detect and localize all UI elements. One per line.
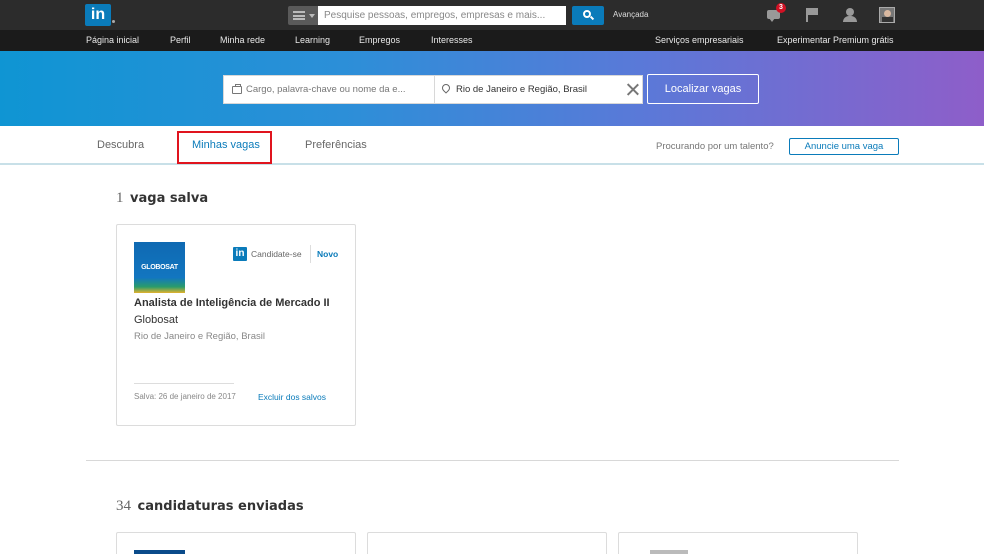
top-bar: in Avançada 3 [0,0,984,30]
saved-job-card[interactable]: GLOBOSAT in Candidate-se Novo Analista d… [116,224,356,426]
nav-interests[interactable]: Interesses [431,35,473,45]
job-search-hero: Localizar vagas [0,51,984,126]
search-button[interactable] [572,6,604,25]
nav-home[interactable]: Página inicial [86,35,139,45]
tab-preferences[interactable]: Preferências [305,139,367,151]
section-divider [86,460,899,461]
application-card[interactable] [367,532,607,554]
search-category-dropdown[interactable] [288,6,318,25]
applications-heading: 34 candidaturas enviadas [116,498,304,515]
job-title[interactable]: Analista de Inteligência de Mercado II [134,297,330,309]
application-card[interactable] [116,532,356,554]
card-separator [134,383,234,384]
clear-location-icon[interactable] [626,83,639,96]
application-card[interactable] [618,532,858,554]
saved-label: vaga salva [130,191,209,206]
job-company[interactable]: Globosat [134,314,178,326]
advanced-search-link[interactable]: Avançada [613,10,648,19]
company-logo [650,550,688,554]
applications-count: 34 [116,498,131,514]
logo-dot [112,20,115,23]
chevron-down-icon [309,14,315,18]
nav-premium[interactable]: Experimentar Premium grátis [777,35,894,45]
find-jobs-button[interactable]: Localizar vagas [647,74,759,104]
company-logo[interactable]: GLOBOSAT [134,242,185,293]
easy-apply-label: Candidate-se [251,249,302,259]
field-divider [434,76,435,103]
global-search-input[interactable] [318,6,566,25]
job-location: Rio de Janeiro e Região, Brasil [134,331,265,342]
location-pin-icon [440,82,452,94]
tab-discover[interactable]: Descubra [97,139,144,151]
nav-jobs[interactable]: Empregos [359,35,400,45]
linkedin-logo[interactable]: in [85,4,111,26]
messages-badge: 3 [776,3,786,13]
job-search-box [223,75,643,104]
briefcase-icon [232,84,242,94]
linkedin-apply-icon: in [233,247,247,261]
notifications-flag-icon[interactable] [804,7,820,23]
unsave-link[interactable]: Excluir dos salvos [258,392,326,402]
add-connections-icon[interactable] [842,7,858,23]
location-input[interactable] [456,76,622,103]
main-nav: Página inicial Perfil Minha rede Learnin… [0,30,984,51]
avatar[interactable] [879,7,895,23]
card-divider [310,245,311,263]
nav-profile[interactable]: Perfil [170,35,191,45]
saved-date: Salva: 26 de janeiro de 2017 [134,392,236,401]
new-badge: Novo [317,249,339,259]
list-icon [293,11,305,20]
nav-network[interactable]: Minha rede [220,35,265,45]
tabs-underline [0,163,984,165]
applications-label: candidaturas enviadas [137,499,304,514]
post-job-button[interactable]: Anuncie uma vaga [789,138,899,155]
highlight-annotation [177,131,272,164]
keyword-input[interactable] [246,76,432,103]
saved-count: 1 [116,190,124,206]
nav-learning[interactable]: Learning [295,35,330,45]
talent-prompt: Procurando por um talento? [656,141,774,152]
saved-jobs-heading: 1 vaga salva [116,190,208,207]
nav-business-services[interactable]: Serviços empresariais [655,35,744,45]
company-logo [134,550,185,554]
